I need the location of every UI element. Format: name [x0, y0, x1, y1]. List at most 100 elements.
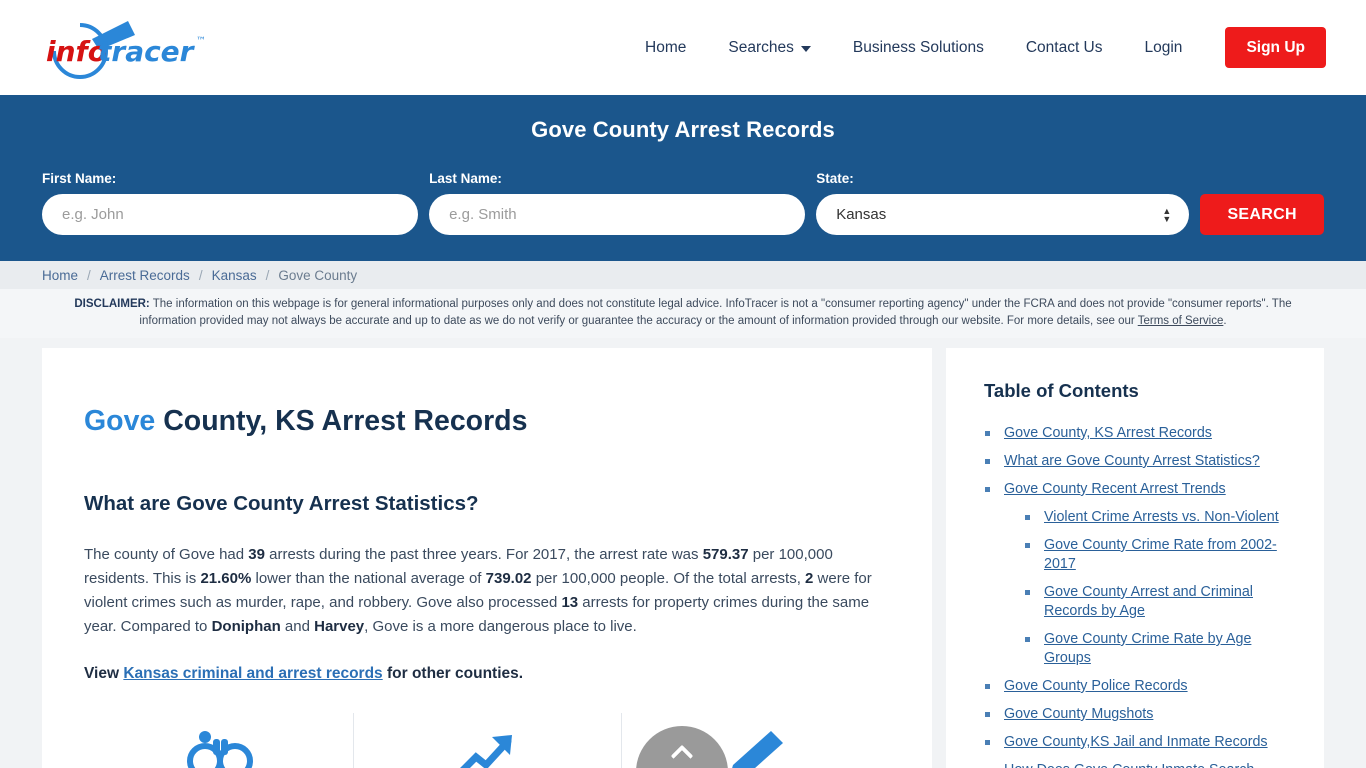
- kansas-records-link[interactable]: Kansas criminal and arrest records: [123, 665, 382, 682]
- sign-up-button[interactable]: Sign Up: [1225, 26, 1326, 69]
- last-name-field-group: Last Name:: [429, 171, 806, 235]
- state-field-group: State: Kansas ▲ ▼: [816, 171, 1190, 235]
- list-item: What are Gove County Arrest Statistics?: [984, 452, 1298, 471]
- main-navigation: Home Searches Business Solutions Contact…: [624, 26, 1326, 69]
- list-item: Gove County Recent Arrest Trends Violent…: [984, 480, 1298, 668]
- nav-label: Login: [1144, 38, 1183, 56]
- breadcrumb-separator: /: [265, 267, 270, 283]
- nav-item-login[interactable]: Login: [1124, 39, 1204, 57]
- toc-link-mugshots[interactable]: Gove County Mugshots: [1004, 706, 1153, 722]
- stat-total-arrests: 39: [248, 546, 265, 564]
- list-item: Gove County, KS Arrest Records: [984, 424, 1298, 443]
- disclaimer-period: .: [1223, 314, 1227, 327]
- last-name-label: Last Name:: [429, 171, 502, 186]
- view-prefix: View: [84, 665, 124, 683]
- toc-sublist: Violent Crime Arrests vs. Non-Violent Go…: [1004, 508, 1298, 668]
- breadcrumb-item-home[interactable]: Home: [42, 268, 78, 283]
- nav-item-home[interactable]: Home: [624, 39, 707, 57]
- table-of-contents-card: Table of Contents Gove County, KS Arrest…: [946, 348, 1324, 768]
- first-name-input[interactable]: [42, 194, 419, 235]
- breadcrumb-item-arrest-records[interactable]: Arrest Records: [100, 268, 190, 283]
- list-item: Gove County Mugshots: [984, 705, 1298, 724]
- arrest-statistics-paragraph: The county of Gove had 39 arrests during…: [84, 543, 884, 639]
- para-text: and: [280, 618, 315, 636]
- growth-arrow-icon: [460, 735, 512, 768]
- first-name-field-group: First Name:: [42, 171, 419, 235]
- disclaimer-body: The information on this webpage is for g…: [139, 298, 1292, 327]
- stat-icon-row: [84, 713, 890, 768]
- para-text: lower than the national average of: [251, 570, 486, 588]
- stat-percent-lower: 21.60%: [200, 570, 252, 588]
- list-item: Gove County Crime Rate by Age Groups: [1024, 630, 1298, 668]
- breadcrumb-separator: /: [87, 267, 91, 283]
- chevron-down-icon: [800, 45, 811, 52]
- page-title: Gove County, KS Arrest Records: [84, 404, 890, 438]
- stat-icon-col-1: [84, 713, 353, 768]
- list-item: Gove County Arrest and Criminal Records …: [1024, 583, 1298, 621]
- compare-county-1: Doniphan: [211, 618, 281, 636]
- banner-title: Gove County Arrest Records: [531, 117, 835, 142]
- page-title-rest: County, KS Arrest Records: [155, 405, 528, 437]
- list-item: How Does Gove County Inmate Search: [984, 761, 1298, 768]
- breadcrumb-item-kansas[interactable]: Kansas: [212, 268, 257, 283]
- list-item: Violent Crime Arrests vs. Non-Violent: [1024, 508, 1298, 527]
- pen-icon: [731, 731, 783, 768]
- nav-item-searches[interactable]: Searches: [707, 39, 831, 57]
- toc-link-police-records[interactable]: Gove County Police Records: [1004, 678, 1188, 694]
- main-article-card: Gove County, KS Arrest Records What are …: [42, 348, 932, 768]
- infotracer-logo: info tracer ™: [36, 17, 226, 79]
- compare-county-2: Harvey: [314, 618, 365, 636]
- breadcrumb-item-gove-county: Gove County: [278, 267, 358, 283]
- nav-label: Home: [645, 38, 687, 56]
- toc-link-crime-rate-2002-2017[interactable]: Gove County Crime Rate from 2002-2017: [1044, 537, 1277, 572]
- state-select[interactable]: Kansas: [816, 194, 1190, 235]
- nav-item-business-solutions[interactable]: Business Solutions: [832, 39, 1005, 57]
- para-text: arrests during the past three years. For…: [264, 546, 703, 564]
- nav-label: Contact Us: [1025, 38, 1103, 56]
- list-item: Gove County Crime Rate from 2002-2017: [1024, 536, 1298, 574]
- toc-link-recent-arrest-trends[interactable]: Gove County Recent Arrest Trends: [1004, 481, 1226, 497]
- nav-item-contact-us[interactable]: Contact Us: [1005, 39, 1124, 57]
- last-name-input[interactable]: [429, 194, 806, 235]
- first-name-label: First Name:: [42, 171, 117, 186]
- breadcrumb: Home / Arrest Records / Kansas / Gove Co…: [0, 261, 1366, 289]
- disclaimer-label: DISCLAIMER:: [74, 298, 150, 310]
- search-banner: Gove County Arrest Records First Name: L…: [0, 95, 1366, 261]
- section-heading-arrest-statistics: What are Gove County Arrest Statistics?: [84, 492, 479, 516]
- content-area: Gove County, KS Arrest Records What are …: [0, 338, 1366, 768]
- search-button[interactable]: SEARCH: [1200, 194, 1325, 235]
- view-other-counties-line: View Kansas criminal and arrest records …: [84, 665, 890, 683]
- toc-link-inmate-search[interactable]: How Does Gove County Inmate Search: [1004, 762, 1254, 768]
- toc-link-arrest-records[interactable]: Gove County, KS Arrest Records: [1004, 425, 1212, 441]
- list-item: Gove County Police Records: [984, 677, 1298, 696]
- breadcrumb-separator: /: [198, 267, 203, 283]
- terms-of-service-link[interactable]: Terms of Service: [1138, 315, 1224, 327]
- toc-link-jail-inmate-records[interactable]: Gove County,KS Jail and Inmate Records: [1004, 734, 1268, 750]
- toc-link-records-by-age[interactable]: Gove County Arrest and Criminal Records …: [1044, 584, 1253, 619]
- logo-link[interactable]: info tracer ™: [36, 0, 226, 95]
- toc-link-arrest-statistics[interactable]: What are Gove County Arrest Statistics?: [1004, 453, 1260, 469]
- disclaimer-banner: DISCLAIMER: The information on this webp…: [0, 289, 1366, 338]
- stat-arrest-rate: 579.37: [702, 546, 749, 564]
- svg-text:™: ™: [196, 36, 206, 47]
- list-item: Gove County,KS Jail and Inmate Records: [984, 733, 1298, 752]
- toc-list: Gove County, KS Arrest Records What are …: [984, 424, 1298, 768]
- handcuffs-icon: [187, 731, 254, 768]
- state-label: State:: [816, 171, 854, 186]
- nav-label: Searches: [728, 38, 794, 56]
- site-header: info tracer ™ Home Searches Business Sol…: [0, 0, 1366, 95]
- page-root: info tracer ™ Home Searches Business Sol…: [0, 0, 1366, 768]
- toc-title: Table of Contents: [984, 380, 1139, 401]
- para-text: , Gove is a more dangerous place to live…: [364, 618, 637, 636]
- stat-icon-col-2: [352, 713, 622, 768]
- chevron-up-icon: [670, 744, 694, 768]
- toc-link-violent-vs-nonviolent[interactable]: Violent Crime Arrests vs. Non-Violent: [1044, 509, 1279, 525]
- para-text: The county of Gove had: [84, 546, 249, 564]
- search-form: First Name: Last Name: State: Kansas ▲▼: [42, 171, 1325, 235]
- para-text: per 100,000 people. Of the total arrests…: [531, 570, 806, 588]
- svg-text:tracer: tracer: [98, 35, 196, 68]
- view-suffix: for other counties.: [382, 665, 524, 683]
- toc-link-crime-rate-age-groups[interactable]: Gove County Crime Rate by Age Groups: [1044, 631, 1251, 666]
- stat-property-arrests: 13: [561, 594, 579, 612]
- page-title-accent: Gove: [84, 405, 156, 437]
